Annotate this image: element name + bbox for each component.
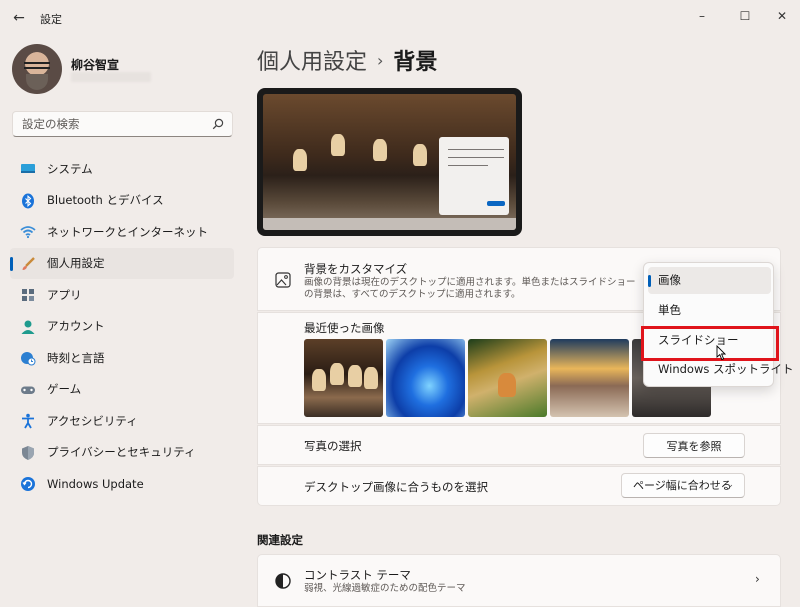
highlight-annotation-box (641, 326, 779, 361)
sidebar-item-bluetooth[interactable]: Bluetooth とデバイス (10, 185, 234, 217)
maximize-button[interactable]: ☐ (725, 4, 765, 28)
accessibility-icon (22, 413, 34, 429)
preview-window (439, 137, 509, 215)
recent-images-title: 最近使った画像 (304, 321, 385, 335)
sidebar-item-personalization[interactable]: 個人用設定 (10, 247, 234, 279)
sidebar-item-privacy[interactable]: プライバシーとセキュリティ (10, 437, 234, 469)
wallpaper-preview-image (263, 94, 516, 230)
gamepad-icon (21, 386, 35, 394)
globe-clock-icon (21, 352, 36, 366)
title-bar: ← 設定 – ☐ ✕ (0, 0, 800, 36)
customize-title: 背景をカスタマイズ (304, 262, 408, 276)
image-icon (275, 272, 291, 288)
fit-dropdown[interactable]: ページ幅に合わせる ⌄ (621, 473, 745, 498)
close-button[interactable]: ✕ (762, 4, 800, 28)
customize-description: 画像の背景は現在のデスクトップに適用されます。単色またはスライドショーの背景は、… (304, 277, 636, 300)
arrow-left-icon: ← (13, 10, 25, 26)
background-type-dropdown[interactable]: 画像 単色 スライドショー Windows スポットライト (643, 262, 794, 387)
shield-icon (22, 445, 34, 460)
wifi-icon (20, 226, 36, 239)
contrast-themes-card[interactable]: コントラスト テーマ 弱視、光線過敏症のための配色テーマ (257, 554, 781, 607)
apps-icon (22, 289, 34, 301)
back-button[interactable]: ← (8, 8, 30, 28)
sidebar-item-accounts[interactable]: アカウント (10, 311, 234, 343)
breadcrumb: 個人用設定 › 背景 (257, 44, 437, 76)
recent-image-thumbnail[interactable] (468, 339, 547, 417)
breadcrumb-separator: › (377, 51, 384, 70)
user-email-blurred (71, 72, 151, 82)
chevron-right-icon: › (755, 572, 760, 586)
mouse-cursor-icon (716, 345, 726, 361)
contrast-themes-title: コントラスト テーマ (304, 568, 411, 582)
search-box[interactable] (12, 111, 233, 137)
page-title: 背景 (393, 50, 438, 75)
fit-dropdown-value: ページ幅に合わせる (633, 479, 732, 492)
dropdown-option-picture[interactable]: 画像 (648, 267, 771, 294)
sidebar-item-time-language[interactable]: 時刻と言語 (10, 342, 234, 374)
chevron-down-icon: ⌄ (726, 480, 734, 490)
recent-image-thumbnail[interactable] (304, 339, 383, 417)
breadcrumb-parent[interactable]: 個人用設定 (257, 50, 367, 75)
recent-image-thumbnail[interactable] (550, 339, 629, 417)
update-icon (21, 477, 35, 491)
sidebar-item-windows-update[interactable]: Windows Update (10, 468, 234, 500)
sidebar-nav: システム Bluetooth とデバイス ネットワークとインターネット 個人用設… (10, 153, 234, 500)
bluetooth-icon (22, 193, 34, 208)
sidebar-item-network[interactable]: ネットワークとインターネット (10, 216, 234, 248)
brush-icon (22, 256, 35, 270)
search-icon (212, 118, 224, 130)
desktop-preview (257, 88, 522, 236)
preview-taskbar (263, 218, 516, 230)
app-title: 設定 (40, 13, 62, 26)
account-icon (21, 320, 35, 334)
contrast-themes-description: 弱視、光線過敏症のための配色テーマ (304, 583, 466, 594)
sidebar-item-accessibility[interactable]: アクセシビリティ (10, 405, 234, 437)
choose-photo-title: 写真の選択 (304, 439, 362, 453)
sidebar-item-gaming[interactable]: ゲーム (10, 374, 234, 406)
avatar[interactable] (12, 44, 62, 94)
related-settings-heading: 関連設定 (257, 533, 303, 547)
sidebar-item-apps[interactable]: アプリ (10, 279, 234, 311)
search-input[interactable] (13, 112, 203, 136)
recent-image-thumbnail[interactable] (386, 339, 465, 417)
dropdown-option-solid-color[interactable]: 単色 (648, 297, 771, 324)
minimize-button[interactable]: – (682, 4, 722, 28)
browse-photos-button[interactable]: 写真を参照 (643, 433, 745, 458)
monitor-icon (21, 164, 35, 173)
sidebar-item-system[interactable]: システム (10, 153, 234, 185)
fit-title: デスクトップ画像に合うものを選択 (304, 480, 488, 494)
contrast-icon (275, 573, 291, 589)
user-name: 柳谷智宣 (71, 58, 120, 72)
